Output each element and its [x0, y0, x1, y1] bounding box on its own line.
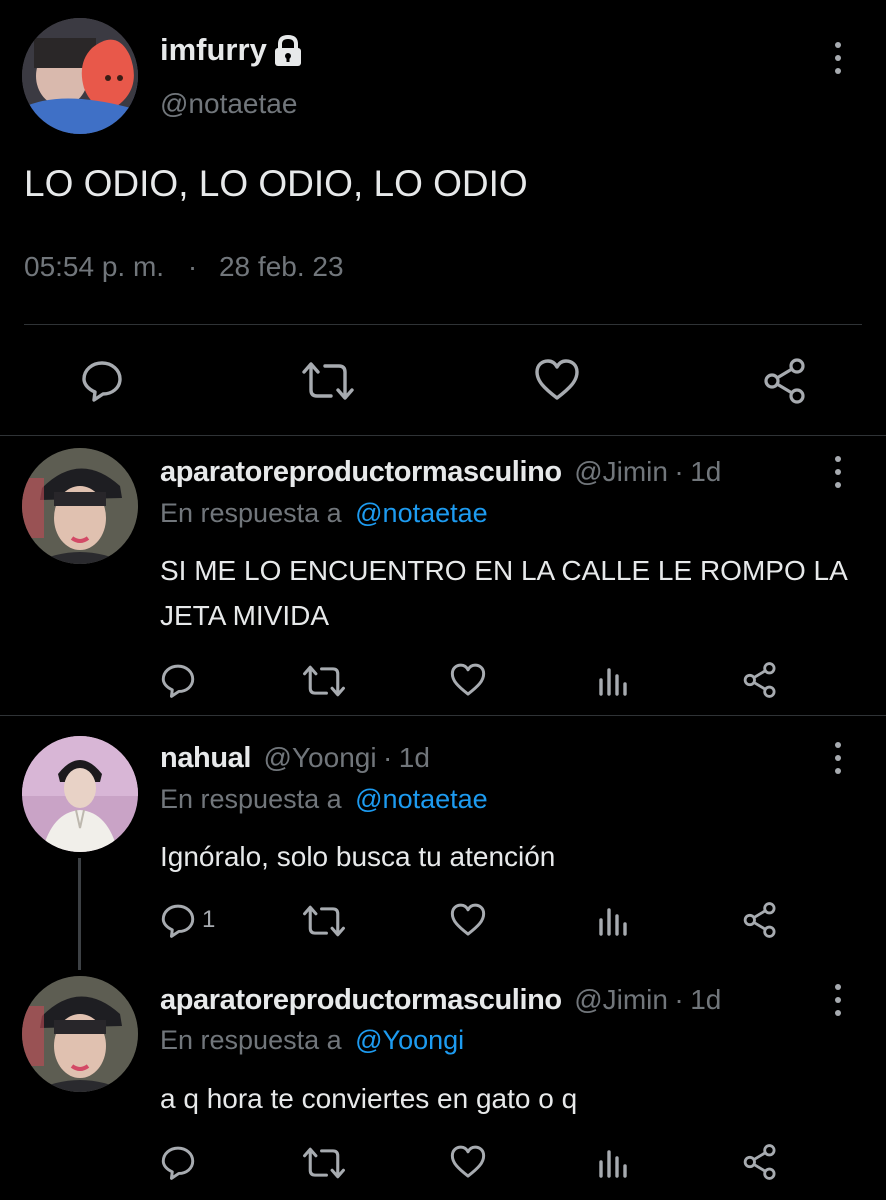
meta-separator: ·: [383, 742, 393, 773]
divider: [0, 435, 886, 436]
reply-text: a q hora te conviertes en gato o q: [160, 1083, 578, 1114]
reply-text: Ignóralo, solo busca tu atención: [160, 841, 556, 872]
main-tweet-time: 05:54 p. m.: [24, 251, 165, 282]
like-icon[interactable]: [534, 358, 580, 402]
replying-to-prefix: En respuesta a: [160, 784, 342, 814]
main-tweet-timestamp: 05:54 p. m. · 28 feb. 23: [24, 251, 344, 283]
replying-to-link[interactable]: @notaetae: [355, 784, 488, 814]
replying-to: En respuesta a @Yoongi: [160, 1025, 464, 1056]
share-icon[interactable]: [742, 1144, 778, 1180]
more-options-icon[interactable]: [832, 742, 844, 774]
reply-header: aparatoreproductormasculino @Jimin · 1d: [160, 456, 721, 489]
more-options-icon[interactable]: [832, 456, 844, 488]
reply-text: SI ME LO ENCUENTRO EN LA CALLE LE ROMPO …: [160, 555, 847, 631]
like-icon[interactable]: [450, 1144, 486, 1180]
divider: [24, 324, 862, 325]
replying-to: En respuesta a @notaetae: [160, 498, 488, 529]
retweet-icon[interactable]: [302, 904, 346, 938]
main-display-name[interactable]: imfurry: [160, 32, 267, 68]
more-options-icon[interactable]: [832, 984, 844, 1016]
meta-separator: ·: [674, 984, 684, 1015]
reply-display-name[interactable]: aparatoreproductormasculino: [160, 456, 562, 488]
avatar-jimin[interactable]: [22, 448, 138, 564]
views-icon[interactable]: [598, 904, 630, 936]
main-tweet-text: LO ODIO, LO ODIO, LO ODIO: [24, 163, 528, 204]
divider: [0, 715, 886, 716]
reply-icon[interactable]: [160, 662, 196, 698]
thread-line: [78, 858, 81, 970]
views-icon[interactable]: [598, 664, 630, 696]
reply-handle[interactable]: @Jimin: [574, 984, 668, 1015]
reply-display-name[interactable]: aparatoreproductormasculino: [160, 984, 562, 1016]
reply-header: aparatoreproductormasculino @Jimin · 1d: [160, 984, 721, 1017]
reply-display-name[interactable]: nahual: [160, 742, 251, 774]
avatar-jimin[interactable]: [22, 976, 138, 1092]
avatar-imfurry[interactable]: [22, 18, 138, 134]
replying-to-link[interactable]: @Yoongi: [355, 1025, 464, 1055]
replying-to: En respuesta a @notaetae: [160, 784, 488, 815]
reply-icon[interactable]: [160, 902, 196, 938]
reply-age: 1d: [690, 456, 722, 487]
retweet-icon[interactable]: [301, 360, 355, 402]
reply-count: 1: [202, 906, 216, 933]
main-tweet-date: 28 feb. 23: [218, 251, 344, 282]
lock-icon: [270, 34, 306, 68]
reply-age: 1d: [690, 984, 722, 1015]
more-options-icon[interactable]: [832, 42, 844, 74]
meta-separator: ·: [674, 456, 684, 487]
replying-to-prefix: En respuesta a: [160, 498, 342, 528]
main-handle[interactable]: @notaetae: [160, 88, 297, 120]
like-icon[interactable]: [450, 662, 486, 698]
reply-handle[interactable]: @Jimin: [574, 456, 668, 487]
like-icon[interactable]: [450, 902, 486, 938]
reply-handle[interactable]: @Yoongi: [264, 742, 377, 773]
reply-icon[interactable]: [80, 358, 124, 402]
reply-icon[interactable]: [160, 1144, 196, 1180]
reply-age: 1d: [398, 742, 430, 773]
share-icon[interactable]: [742, 902, 778, 938]
reply-header: nahual @Yoongi · 1d: [160, 742, 430, 775]
timestamp-separator: ·: [187, 251, 198, 282]
replying-to-prefix: En respuesta a: [160, 1025, 342, 1055]
share-icon[interactable]: [742, 662, 778, 698]
avatar-yoongi[interactable]: [22, 736, 138, 852]
retweet-icon[interactable]: [302, 664, 346, 698]
views-icon[interactable]: [598, 1146, 630, 1178]
replying-to-link[interactable]: @notaetae: [355, 498, 488, 528]
share-icon[interactable]: [762, 358, 808, 404]
retweet-icon[interactable]: [302, 1146, 346, 1180]
